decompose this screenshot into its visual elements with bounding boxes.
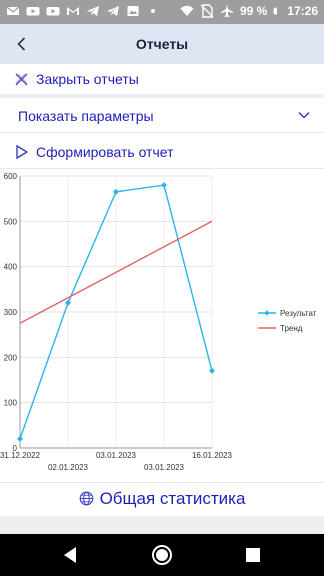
y-tick-label: 300 <box>4 308 18 317</box>
show-params-dropdown[interactable]: Показать параметры <box>0 98 324 133</box>
y-tick-label: 500 <box>4 217 18 226</box>
y-tick-label: 100 <box>4 399 18 408</box>
notification-icons <box>6 4 160 18</box>
chevron-left-icon <box>17 37 26 51</box>
wifi-icon <box>180 5 194 16</box>
battery-percent: 99 % <box>239 4 268 18</box>
x-tick-label: 03.01.2023 <box>96 451 137 460</box>
close-reports-label: Закрыть отчеты <box>36 71 139 87</box>
data-point <box>65 299 71 306</box>
recent-square-icon[interactable] <box>242 544 264 566</box>
generate-report-button[interactable]: Сформировать отчет <box>0 136 324 169</box>
battery-icon <box>273 7 278 15</box>
play-icon <box>16 144 29 160</box>
x-tick-label: 16.01.2023 <box>192 451 233 460</box>
status-bar: 99 % 17:26 <box>0 0 324 24</box>
chevron-down-icon <box>298 111 310 119</box>
back-triangle-icon[interactable] <box>60 544 82 566</box>
x-tick-label: 02.01.2023 <box>48 463 89 472</box>
legend-label: Тренд <box>280 324 303 333</box>
system-icons: 99 % 17:26 <box>180 4 318 18</box>
app-bar: Отчеты <box>0 24 324 65</box>
email-icon <box>6 6 20 15</box>
navigation-bar <box>0 534 324 576</box>
youtube-icon <box>26 7 40 16</box>
back-button[interactable] <box>8 30 36 58</box>
airplane-icon <box>220 4 233 18</box>
data-point <box>17 435 23 442</box>
legend-label: Результат <box>280 309 317 318</box>
y-tick-label: 600 <box>4 172 18 181</box>
report-chart: 600500400300200100031.12.202202.01.20230… <box>0 172 317 472</box>
y-tick-label: 200 <box>4 353 18 362</box>
data-point <box>209 367 215 374</box>
divider-strip <box>0 516 324 534</box>
no-sim-icon <box>200 4 214 18</box>
home-circle-icon[interactable] <box>151 544 173 566</box>
chart-area: 600 500 400 300 200 100 0 31.12.2022 02.01.2023 0… <box>0 168 324 480</box>
general-statistics-button[interactable]: Общая статистика <box>0 482 324 517</box>
y-tick-label: 400 <box>4 263 18 272</box>
close-x-icon <box>15 73 28 86</box>
gmail-icon <box>67 7 79 15</box>
legend-marker <box>264 310 270 316</box>
youtube-icon <box>46 7 60 16</box>
telegram-icon <box>107 6 119 16</box>
show-params-label: Показать параметры <box>18 108 154 124</box>
image-icon <box>127 6 139 16</box>
data-point <box>161 182 167 189</box>
telegram-icon <box>87 6 99 16</box>
generate-report-label: Сформировать отчет <box>36 144 174 160</box>
x-tick-label: 31.12.2022 <box>0 451 41 460</box>
chart-legend: Результат Тренд <box>258 309 317 333</box>
clock: 17:26 <box>287 4 318 18</box>
globe-icon <box>79 491 93 506</box>
chart-grid <box>19 175 213 449</box>
x-tick-label: 03.01.2023 <box>144 463 185 472</box>
page-title: Отчеты <box>135 36 189 52</box>
dot-icon <box>151 9 155 13</box>
data-point <box>113 188 119 195</box>
close-reports-button[interactable]: Закрыть отчеты <box>0 64 324 98</box>
general-statistics-label: Общая статистика <box>99 489 246 508</box>
